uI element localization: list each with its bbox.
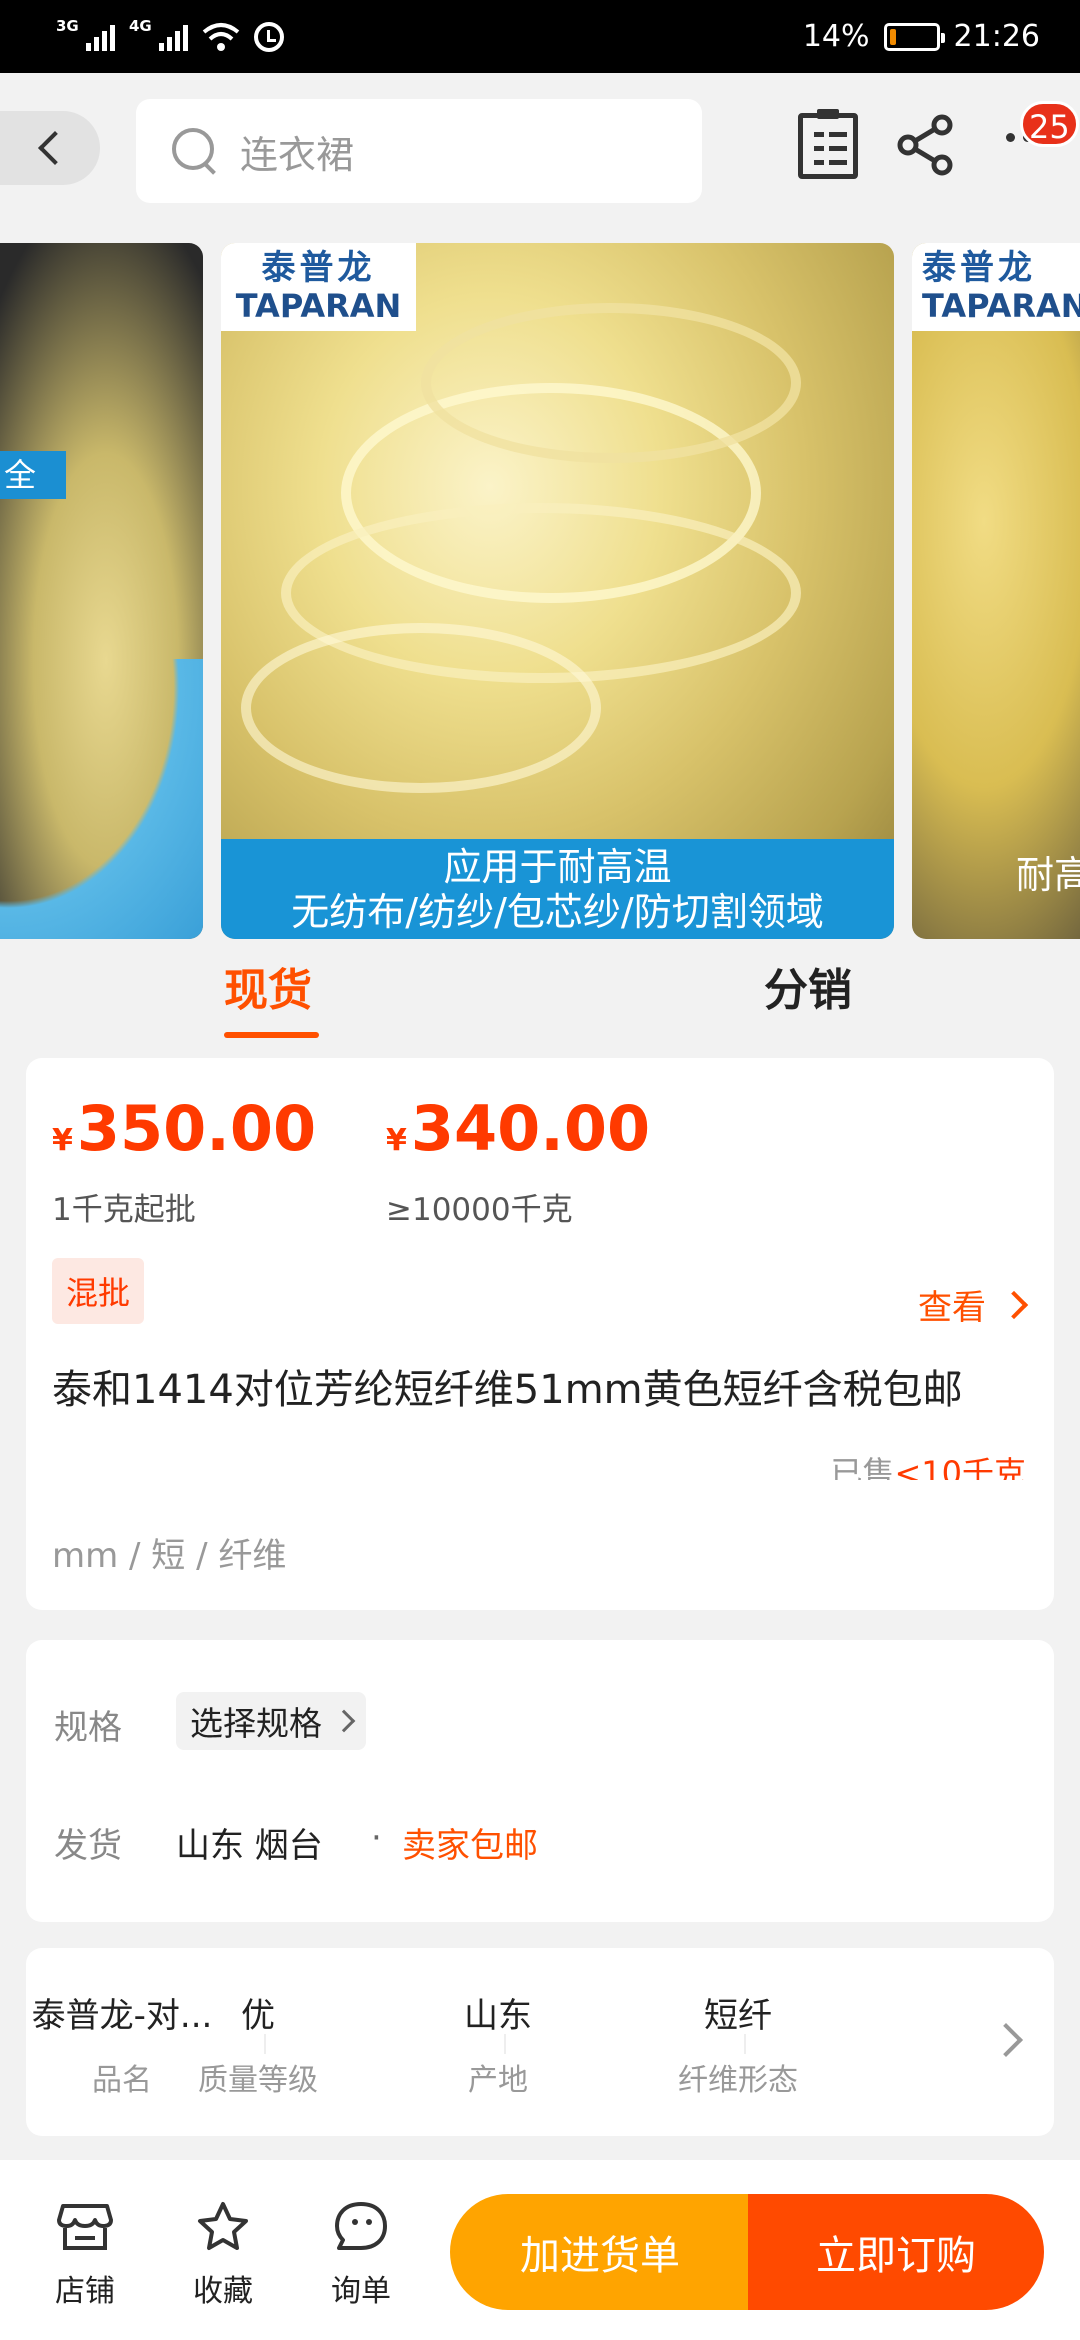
attribute-key: 产地	[468, 2063, 528, 2098]
tab-distribution[interactable]: 分销	[764, 954, 852, 1018]
back-button[interactable]	[0, 111, 100, 185]
chevron-right-icon[interactable]	[989, 2023, 1023, 2057]
notification-badge: 25	[1020, 101, 1079, 147]
attribute-key: 纤维形态	[678, 2063, 798, 2098]
view-link[interactable]: 查看	[918, 1280, 1029, 1329]
signal-icon: 4G	[129, 17, 188, 51]
spec-label: 规格	[54, 1708, 122, 1748]
price-amount: ¥340.00	[386, 1094, 650, 1176]
carousel-slide-prev[interactable]: 全	[0, 243, 203, 939]
slide-caption: 耐高	[1016, 853, 1080, 897]
battery-level	[889, 28, 896, 45]
status-right: 14% 21:26	[803, 19, 1040, 54]
caption-line-2: 无纺布/纺纱/包芯纱/防切割领域	[291, 890, 824, 934]
free-shipping-label: 卖家包邮	[402, 1826, 538, 1866]
attribute-item: 短纤 纤维形态	[638, 1988, 838, 2099]
fiber-texture	[421, 303, 801, 463]
select-spec-label: 选择规格	[190, 1704, 322, 1743]
bottom-action-bar: 店铺 收藏 询单 加进货单 立即订购	[0, 2160, 1080, 2340]
attribute-value: 山东	[464, 1996, 532, 2036]
fiber-texture	[241, 623, 601, 793]
tab-in-stock[interactable]: 现货	[224, 954, 319, 1038]
store-icon	[57, 2204, 113, 2250]
spec-card: 规格 选择规格 发货 山东 烟台 · 卖家包邮	[26, 1640, 1054, 1922]
carousel-slide-current[interactable]: 泰普龙 TAPARAN 应用于耐高温 无纺布/纺纱/包芯纱/防切割领域	[221, 243, 894, 939]
image-carousel[interactable]: 全 泰普龙 TAPARAN 应用于耐高温 无纺布/纺纱/包芯纱/防切割领域 泰普…	[0, 243, 1080, 939]
status-left: 3G 4G	[56, 17, 284, 52]
attribute-item: 优 质量等级	[158, 1988, 358, 2099]
chevron-right-icon	[999, 1290, 1029, 1319]
network-type-label: 4G	[129, 16, 152, 35]
attributes-card[interactable]: 泰普龙-对... 品名 优 质量等级 山东 产地 短纤 纤维形态	[26, 1948, 1054, 2136]
search-input[interactable]: 连衣裙	[136, 99, 702, 203]
carousel-slide-next[interactable]: 泰普龙 TAPARAN 耐高	[912, 243, 1080, 939]
separator-dot: ·	[371, 1818, 382, 1858]
favorite-label: 收藏	[193, 2274, 253, 2309]
brand-logo: 泰普龙 TAPARAN	[221, 243, 416, 331]
search-icon	[172, 128, 218, 174]
brand-logo: 泰普龙 TAPARAN	[912, 243, 1080, 331]
chevron-left-icon	[38, 131, 72, 165]
clock: 21:26	[953, 19, 1040, 54]
view-link-label: 查看	[918, 1288, 986, 1328]
attribute-item: 山东 产地	[398, 1988, 598, 2099]
chat-bubble-icon	[335, 2202, 387, 2250]
brand-name-en: TAPARAN	[922, 287, 1080, 325]
currency-symbol: ¥	[52, 1123, 73, 1158]
select-spec-button[interactable]: 选择规格	[176, 1692, 366, 1750]
battery-percent: 14%	[802, 19, 870, 54]
header: 连衣裙 25	[0, 73, 1080, 243]
shop-button[interactable]: 店铺	[40, 2200, 130, 2310]
signal-icon: 3G	[56, 17, 115, 51]
attribute-value: 短纤	[704, 1996, 772, 2036]
star-icon	[198, 2202, 248, 2250]
brand-name-en: TAPARAN	[235, 287, 402, 325]
attribute-key: 质量等级	[198, 2063, 318, 2098]
clipboard-list-icon[interactable]	[798, 109, 858, 179]
slide-tag: 全	[0, 451, 66, 499]
shop-label: 店铺	[55, 2274, 115, 2309]
shipping-label: 发货	[54, 1826, 122, 1866]
inquiry-button[interactable]: 询单	[316, 2200, 406, 2310]
attribute-value: 优	[241, 1996, 275, 2036]
buy-now-button[interactable]: 立即订购	[748, 2194, 1044, 2310]
favorite-button[interactable]: 收藏	[178, 2200, 268, 2310]
caption-line-1: 应用于耐高温	[443, 845, 672, 889]
add-to-purchase-list-button[interactable]: 加进货单	[450, 2194, 750, 2310]
share-icon[interactable]	[894, 113, 958, 177]
currency-symbol: ¥	[386, 1123, 407, 1158]
plate-image	[0, 659, 203, 939]
alarm-icon	[254, 21, 284, 52]
price-condition: ≥10000千克	[386, 1192, 573, 1228]
wifi-icon	[202, 22, 240, 51]
inquiry-label: 询单	[331, 2274, 391, 2309]
chevron-right-icon	[332, 1709, 356, 1733]
sold-value: <10千克	[894, 1454, 1026, 1480]
price-tier: ¥350.00 1千克起批	[52, 1094, 316, 1229]
mixed-batch-tag: 混批	[52, 1258, 145, 1324]
price-card: ¥350.00 1千克起批 ¥340.00 ≥10000千克 混批 查看 泰和1…	[26, 1058, 1054, 1610]
network-type-label: 3G	[56, 16, 79, 35]
brand-name-cn: 泰普龙	[261, 248, 376, 288]
status-bar: 3G 4G 14% 21:26	[0, 0, 1080, 73]
price-tier: ¥340.00 ≥10000千克	[386, 1094, 650, 1229]
slide-caption: 应用于耐高温 无纺布/纺纱/包芯纱/防切割领域	[221, 839, 894, 939]
shipping-location: 山东 烟台	[176, 1826, 323, 1866]
brand-name-cn: 泰普龙	[922, 248, 1036, 288]
price-value: 350.00	[76, 1092, 317, 1165]
price-condition: 1千克起批	[52, 1192, 196, 1228]
sold-prefix: 已售	[830, 1454, 895, 1480]
product-title: 泰和1414对位芳纶短纤维51mm黄色短纤含税包邮	[52, 1367, 963, 1413]
product-keywords: mm / 短 / 纤维	[52, 1536, 287, 1576]
price-amount: ¥350.00	[52, 1094, 316, 1176]
purchase-mode-tabs: 现货 分销	[0, 940, 1080, 1058]
price-value: 340.00	[410, 1092, 651, 1165]
search-placeholder: 连衣裙	[240, 132, 355, 177]
battery-icon	[883, 22, 945, 51]
sold-count: 已售<10千克	[830, 1450, 1026, 1480]
